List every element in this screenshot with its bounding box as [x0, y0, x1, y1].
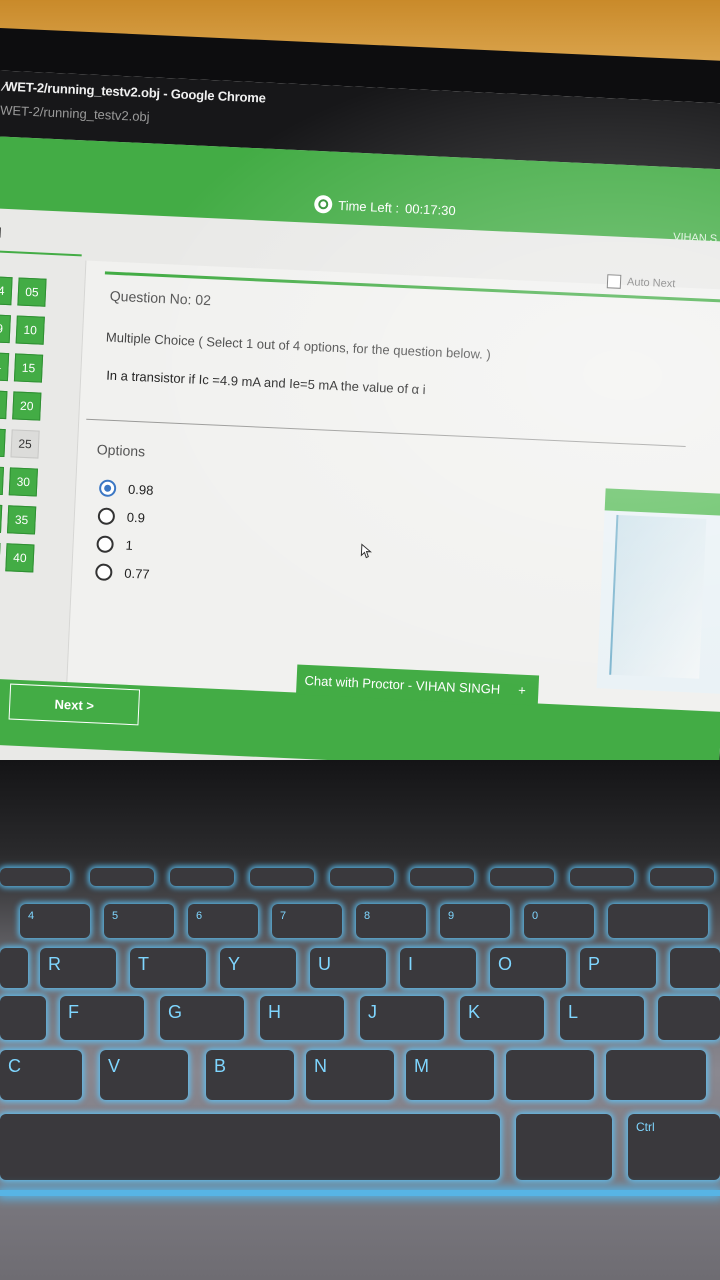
key-u: U: [310, 948, 386, 988]
option-2[interactable]: 0.9: [97, 507, 146, 526]
question-button[interactable]: 19: [0, 389, 8, 420]
url-text[interactable]: WET-2/running_testv2.obj: [0, 103, 150, 125]
key-ctrl: Ctrl: [628, 1114, 720, 1180]
question-palette: 04 05 09 10 14 15 19 20 24 25 29 30 34 3…: [0, 275, 81, 573]
question-button[interactable]: 15: [13, 353, 44, 383]
radio-icon[interactable]: [96, 535, 114, 554]
key: [170, 868, 234, 886]
key: [90, 868, 154, 886]
timer-value: 00:17:30: [404, 200, 457, 218]
key: [410, 868, 474, 886]
chat-label: Chat with Proctor - VIHAN SINGH: [304, 672, 501, 697]
question-button[interactable]: 40: [5, 543, 35, 573]
question-button[interactable]: 20: [12, 391, 42, 421]
mouse-cursor-icon: [360, 543, 372, 559]
key-7: 7: [272, 904, 342, 938]
key-p: P: [580, 948, 656, 988]
key-b: B: [206, 1050, 294, 1100]
key-n: N: [306, 1050, 394, 1100]
candidate-name: VIHAN S: [672, 231, 718, 246]
key-y: Y: [220, 948, 296, 988]
key-k: K: [460, 996, 544, 1040]
key: [650, 868, 714, 886]
window-title: ∕WET-2/running_testv2.obj - Google Chrom…: [2, 78, 267, 106]
laptop-screen: ∕WET-2/running_testv2.obj - Google Chrom…: [0, 70, 720, 794]
key: [658, 996, 720, 1040]
keyboard-backlight-glow: [0, 1190, 720, 1196]
auto-next-checkbox[interactable]: [606, 274, 622, 289]
key: [606, 1050, 706, 1100]
auto-next-label: Auto Next: [626, 276, 676, 291]
time-left: Time Left : 00:17:30: [313, 194, 457, 219]
option-label: 0.9: [126, 509, 146, 526]
key: [670, 948, 720, 988]
divider: [0, 250, 82, 257]
key-i: I: [400, 948, 476, 988]
key: [0, 868, 70, 886]
key: [490, 868, 554, 886]
question-button[interactable]: 35: [7, 505, 37, 535]
timer-label: Time Left :: [337, 197, 400, 216]
overlapping-window-content: [609, 514, 707, 679]
question-button[interactable]: 34: [0, 503, 3, 533]
key-8: 8: [356, 904, 426, 938]
options-heading: Options: [96, 441, 146, 460]
option-label: 1: [125, 537, 134, 553]
next-button[interactable]: Next >: [8, 683, 141, 726]
option-label: 0.98: [127, 481, 154, 498]
question-button[interactable]: 39: [0, 541, 1, 571]
key-c: C: [0, 1050, 82, 1100]
key-g: G: [160, 996, 244, 1040]
key: [330, 868, 394, 886]
key-j: J: [360, 996, 444, 1040]
key-9: 9: [440, 904, 510, 938]
question-button[interactable]: 05: [17, 277, 47, 307]
option-label: 0.77: [123, 565, 150, 582]
radio-icon[interactable]: [97, 507, 116, 526]
key-v: V: [100, 1050, 188, 1100]
key: [516, 1114, 612, 1180]
key-space: [0, 1114, 500, 1180]
expand-plus-icon[interactable]: +: [518, 682, 526, 697]
radio-icon[interactable]: [94, 563, 113, 582]
question-button[interactable]: 04: [0, 275, 13, 306]
option-4[interactable]: 0.77: [94, 563, 150, 582]
key: [0, 996, 46, 1040]
radio-selected-icon[interactable]: [98, 479, 117, 498]
key: [506, 1050, 594, 1100]
key: [250, 868, 314, 886]
key-m: M: [406, 1050, 494, 1100]
question-button[interactable]: 29: [0, 465, 5, 496]
key-o: O: [490, 948, 566, 988]
keyboard: 4 5 6 7 8 9 0 R T Y U I O P F G H J K L …: [0, 868, 720, 1208]
question-button[interactable]: 30: [8, 467, 38, 497]
question-panel-label: el: [0, 224, 2, 240]
question-button[interactable]: 24: [0, 427, 6, 458]
question-button[interactable]: 25: [10, 429, 40, 459]
question-button[interactable]: 09: [0, 313, 11, 344]
key-f: F: [60, 996, 144, 1040]
question-button[interactable]: 10: [15, 315, 45, 345]
option-1[interactable]: 0.98: [98, 479, 154, 498]
key: [608, 904, 708, 938]
key-0: 0: [524, 904, 594, 938]
clock-icon: [313, 194, 333, 214]
key-6: 6: [188, 904, 258, 938]
key-h: H: [260, 996, 344, 1040]
key: [570, 868, 634, 886]
key: [0, 948, 28, 988]
option-3[interactable]: 1: [96, 535, 133, 554]
key-t: T: [130, 948, 206, 988]
key-5: 5: [104, 904, 174, 938]
key-4: 4: [20, 904, 90, 938]
key-l: L: [560, 996, 644, 1040]
question-button[interactable]: 14: [0, 351, 10, 382]
key-r: R: [40, 948, 116, 988]
